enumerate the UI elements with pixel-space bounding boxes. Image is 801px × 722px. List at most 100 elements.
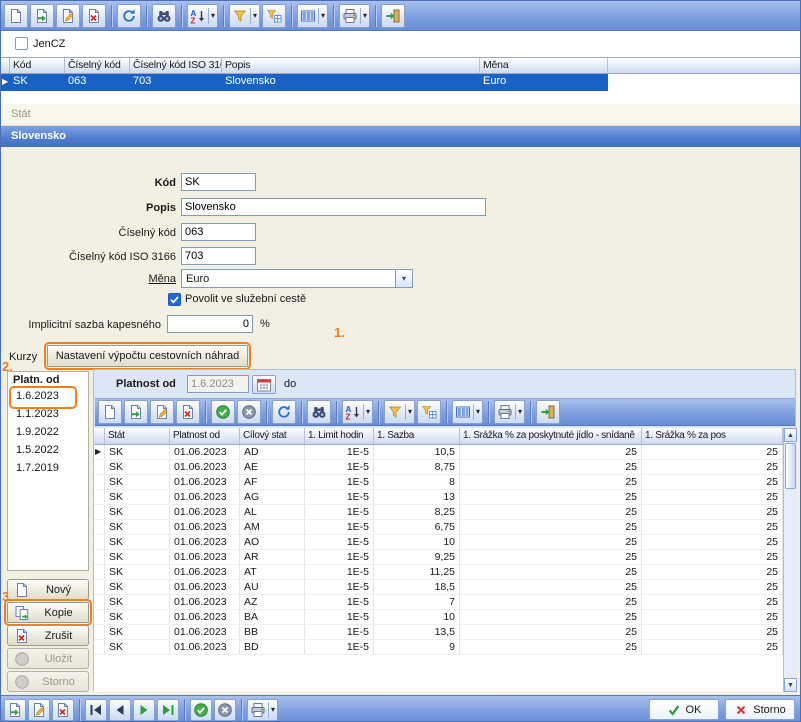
rates-cell[interactable]: 01.06.2023 bbox=[170, 445, 240, 459]
scrollbar-track[interactable] bbox=[784, 490, 797, 678]
chevron-down-icon[interactable]: ▾ bbox=[395, 270, 412, 287]
storno-bottom-button[interactable]: Storno bbox=[725, 699, 795, 720]
rates-cell[interactable]: 6,75 bbox=[374, 520, 460, 534]
table-row[interactable]: SK01.06.2023BB1E-513,52525 bbox=[94, 625, 783, 640]
table-row[interactable]: SK01.06.2023BA1E-5102525 bbox=[94, 610, 783, 625]
rates-cell[interactable]: SK bbox=[105, 565, 170, 579]
print-button[interactable]: ▾ bbox=[247, 699, 278, 721]
sazba-input[interactable] bbox=[167, 315, 253, 333]
print-button[interactable]: ▾ bbox=[339, 4, 370, 28]
rates-cell[interactable]: 25 bbox=[460, 490, 642, 504]
rates-cell[interactable]: 01.06.2023 bbox=[170, 490, 240, 504]
rates-cell[interactable]: 1E-5 bbox=[305, 580, 374, 594]
rates-cell[interactable]: 25 bbox=[460, 535, 642, 549]
platnost-od-input[interactable] bbox=[187, 375, 249, 393]
rates-cell[interactable]: 01.06.2023 bbox=[170, 535, 240, 549]
table-row[interactable]: ▶SK01.06.2023AD1E-510,52525 bbox=[94, 445, 783, 460]
rates-cell[interactable]: 1E-5 bbox=[305, 460, 374, 474]
delete-doc-button[interactable] bbox=[52, 699, 74, 721]
platnost-list-header[interactable]: Platn. od bbox=[8, 372, 88, 388]
country-column-header[interactable]: Kód bbox=[10, 58, 65, 73]
nav-last-button[interactable] bbox=[157, 699, 179, 721]
rates-cell[interactable]: 25 bbox=[642, 490, 783, 504]
rates-cell[interactable]: 9,25 bbox=[374, 550, 460, 564]
filter-button[interactable]: ▾ bbox=[229, 4, 260, 28]
rates-cell[interactable]: 25 bbox=[642, 505, 783, 519]
table-row[interactable]: SK01.06.2023AU1E-518,52525 bbox=[94, 580, 783, 595]
rates-cell[interactable]: BD bbox=[240, 640, 305, 654]
rates-cell[interactable]: SK bbox=[105, 460, 170, 474]
rates-cell[interactable]: 25 bbox=[642, 580, 783, 594]
rates-cell[interactable]: 25 bbox=[642, 535, 783, 549]
nav-next-button[interactable] bbox=[133, 699, 155, 721]
rates-cell[interactable]: AR bbox=[240, 550, 305, 564]
kod-input[interactable] bbox=[181, 173, 256, 191]
rates-cell[interactable]: 8,25 bbox=[374, 505, 460, 519]
refresh-button[interactable] bbox=[117, 4, 141, 28]
zrusit-button[interactable]: Zrušit bbox=[7, 625, 89, 646]
rates-cell[interactable]: 1E-5 bbox=[305, 640, 374, 654]
ok-button[interactable]: OK bbox=[649, 699, 719, 720]
dropdown-arrow-icon[interactable]: ▾ bbox=[363, 404, 370, 420]
refresh-button[interactable] bbox=[272, 400, 296, 424]
table-row[interactable]: SK01.06.2023AT1E-511,252525 bbox=[94, 565, 783, 580]
rates-cell[interactable]: 25 bbox=[642, 565, 783, 579]
scroll-down-icon[interactable]: ▼ bbox=[784, 678, 797, 692]
rates-cell[interactable]: 01.06.2023 bbox=[170, 520, 240, 534]
rates-cell[interactable]: 01.06.2023 bbox=[170, 460, 240, 474]
rates-cell[interactable]: AG bbox=[240, 490, 305, 504]
rates-cell[interactable]: AT bbox=[240, 565, 305, 579]
rates-cell[interactable]: SK bbox=[105, 625, 170, 639]
rates-cell[interactable]: 25 bbox=[642, 610, 783, 624]
country-column-header[interactable]: Popis bbox=[222, 58, 480, 73]
table-row[interactable]: SK01.06.2023AM1E-56,752525 bbox=[94, 520, 783, 535]
rates-cell[interactable]: 25 bbox=[460, 445, 642, 459]
rates-cell[interactable]: 10 bbox=[374, 535, 460, 549]
open-doc-button[interactable] bbox=[124, 400, 148, 424]
rates-cell[interactable]: BA bbox=[240, 610, 305, 624]
rates-cell[interactable]: BB bbox=[240, 625, 305, 639]
rates-cell[interactable]: 25 bbox=[642, 625, 783, 639]
country-column-header[interactable]: Číselný kód bbox=[65, 58, 130, 73]
rates-cell[interactable]: 7 bbox=[374, 595, 460, 609]
rates-cell[interactable]: 1E-5 bbox=[305, 520, 374, 534]
columns-button[interactable]: ▾ bbox=[452, 400, 483, 424]
rates-cell[interactable]: 13 bbox=[374, 490, 460, 504]
table-row[interactable]: SK01.06.2023AG1E-5132525 bbox=[94, 490, 783, 505]
binoculars-button[interactable] bbox=[152, 4, 176, 28]
open-doc-button[interactable] bbox=[4, 699, 26, 721]
country-cell[interactable]: 063 bbox=[65, 74, 130, 91]
rates-column-header[interactable]: 1. Limit hodin bbox=[305, 428, 374, 444]
filter-button[interactable]: ▾ bbox=[384, 400, 415, 424]
dropdown-arrow-icon[interactable]: ▾ bbox=[473, 404, 480, 420]
rates-cell[interactable]: 25 bbox=[642, 475, 783, 489]
sort-az-button[interactable]: AZ▾ bbox=[342, 400, 373, 424]
exit-button[interactable] bbox=[536, 400, 560, 424]
scroll-up-icon[interactable]: ▲ bbox=[784, 428, 797, 442]
rates-cell[interactable]: 25 bbox=[460, 475, 642, 489]
country-cell[interactable]: SK bbox=[10, 74, 65, 91]
rates-cell[interactable]: 25 bbox=[460, 640, 642, 654]
rates-cell[interactable]: 25 bbox=[642, 640, 783, 654]
sort-az-button[interactable]: AZ▾ bbox=[187, 4, 218, 28]
rates-cell[interactable]: AL bbox=[240, 505, 305, 519]
rates-cell[interactable]: AO bbox=[240, 535, 305, 549]
rates-cell[interactable]: 01.06.2023 bbox=[170, 610, 240, 624]
dropdown-arrow-icon[interactable]: ▾ bbox=[268, 702, 275, 718]
rates-cell[interactable]: 01.06.2023 bbox=[170, 625, 240, 639]
table-row[interactable]: SK01.06.2023AZ1E-572525 bbox=[94, 595, 783, 610]
edit-doc-button[interactable] bbox=[28, 699, 50, 721]
mena-select[interactable]: Euro ▾ bbox=[181, 269, 413, 288]
rates-cell[interactable]: 25 bbox=[642, 550, 783, 564]
rates-cell[interactable]: AE bbox=[240, 460, 305, 474]
rates-cell[interactable]: 1E-5 bbox=[305, 475, 374, 489]
rates-cell[interactable]: 1E-5 bbox=[305, 610, 374, 624]
table-row[interactable]: SK01.06.2023AE1E-58,752525 bbox=[94, 460, 783, 475]
filter-grid-button[interactable] bbox=[417, 400, 441, 424]
print-button[interactable]: ▾ bbox=[494, 400, 525, 424]
ok-circle-button[interactable] bbox=[211, 400, 235, 424]
popis-input[interactable] bbox=[181, 198, 486, 216]
rates-cell[interactable]: 01.06.2023 bbox=[170, 595, 240, 609]
cancel-circle-button[interactable] bbox=[214, 699, 236, 721]
platnost-item[interactable]: 1.5.2022 bbox=[12, 443, 74, 460]
